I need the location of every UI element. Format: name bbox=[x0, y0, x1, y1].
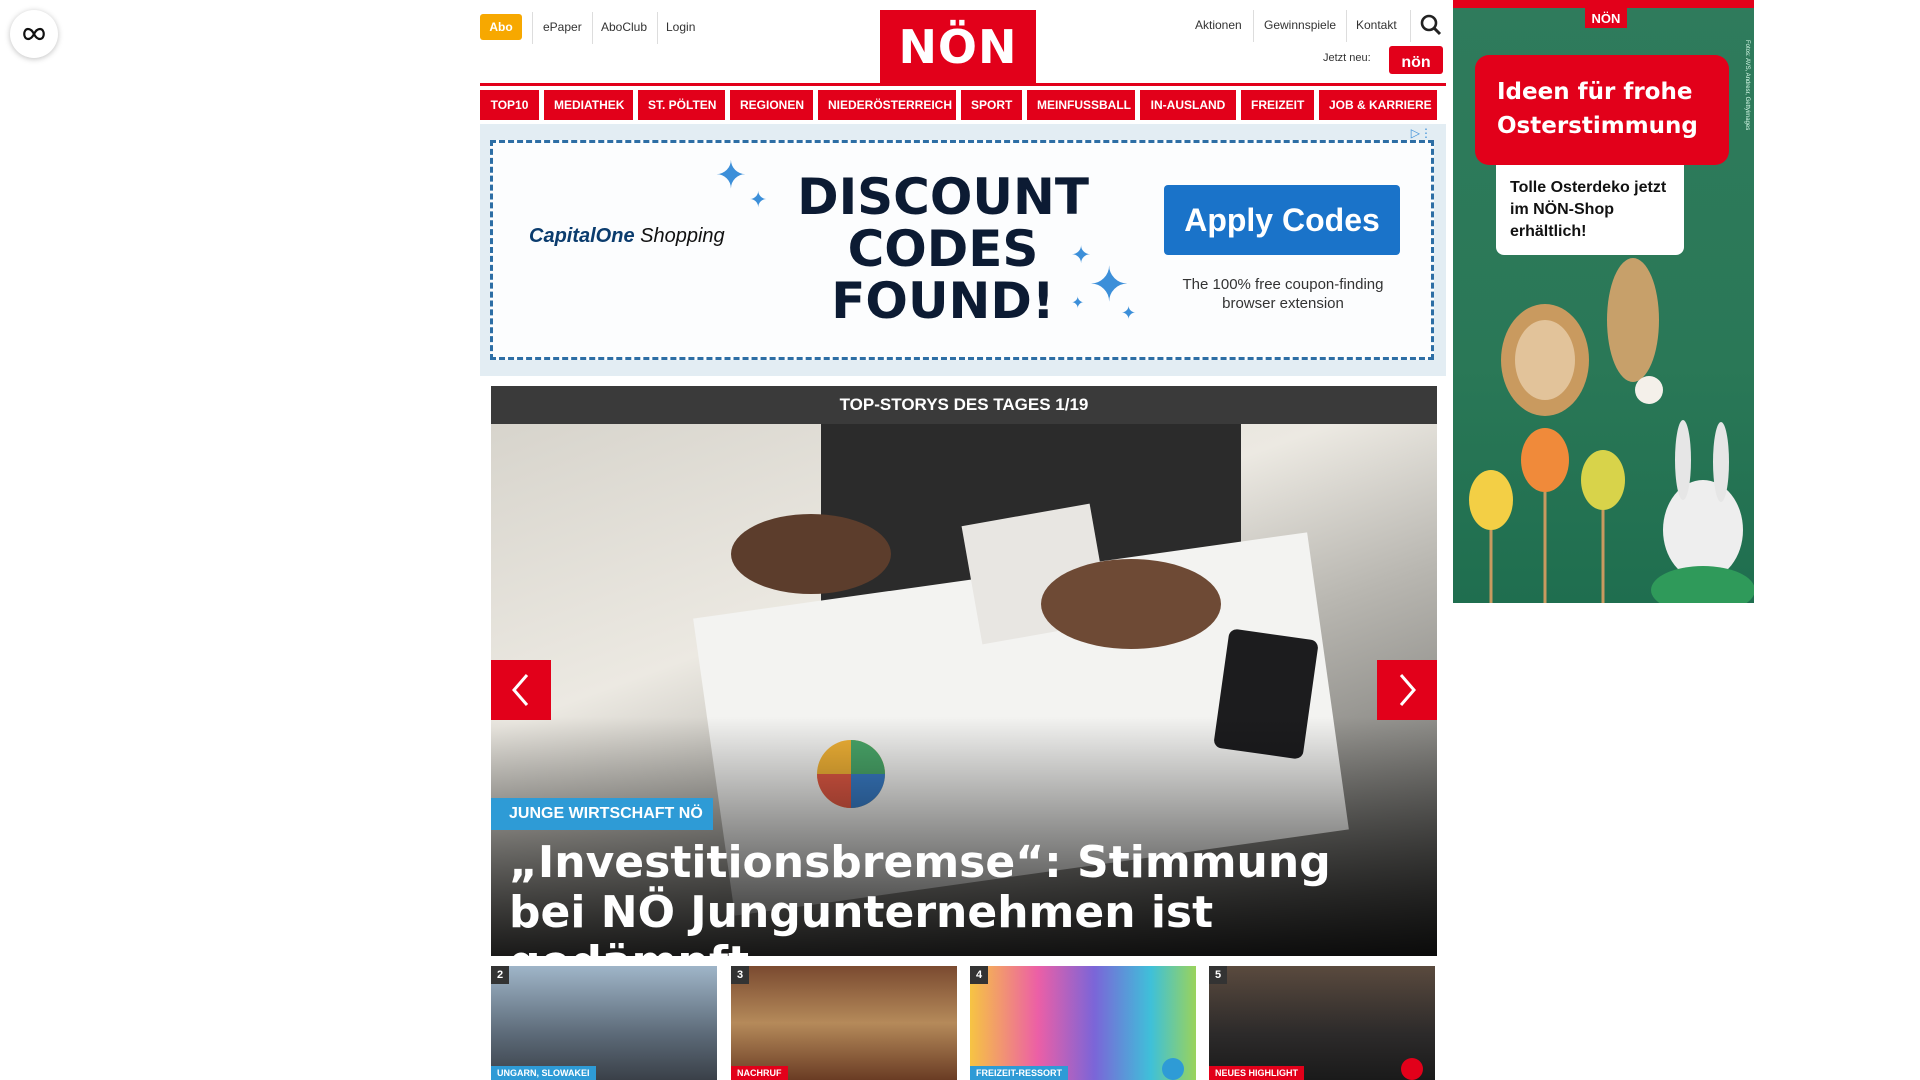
slider-next-button[interactable] bbox=[1377, 660, 1437, 720]
site-header: Abo ePaper AboClub Login NÖN Aktionen Ge… bbox=[480, 0, 1443, 86]
divider bbox=[1253, 10, 1254, 42]
mini-noen-logo[interactable]: nön bbox=[1389, 46, 1443, 74]
ad-subtext: The 100% free coupon-finding browser ext… bbox=[1182, 276, 1384, 312]
top-story-slide[interactable]: JUNGE WIRTSCHAFT NÖ „Investitionsbremse“… bbox=[491, 424, 1437, 956]
side-ad-logo: NÖN bbox=[1585, 8, 1627, 28]
thumb-tag: NACHRUF bbox=[731, 1066, 788, 1080]
search-button[interactable] bbox=[1420, 14, 1442, 36]
nav-item-freizeit[interactable]: FREIZEIT bbox=[1241, 90, 1314, 120]
thumb-number: 4 bbox=[970, 966, 988, 984]
thumb-tag: NEUES HIGHLIGHT bbox=[1209, 1066, 1305, 1080]
ad-brand: CapitalOne Shopping bbox=[529, 225, 725, 247]
side-ad-headline: Ideen für frohe Osterstimmung bbox=[1475, 55, 1729, 165]
main-nav: TOP10 MEDIATHEK ST. PÖLTEN REGIONEN NIED… bbox=[480, 90, 1446, 120]
nav-item-mediathek[interactable]: MEDIATHEK bbox=[544, 90, 633, 120]
ad-choices-icon[interactable]: ▷⋮ bbox=[1411, 126, 1432, 140]
divider bbox=[1410, 10, 1411, 42]
divider bbox=[657, 12, 658, 44]
story-category-badge[interactable]: JUNGE WIRTSCHAFT NÖ bbox=[491, 798, 713, 830]
search-icon bbox=[1420, 14, 1442, 36]
nav-item-niederoesterreich[interactable]: NIEDERÖSTERREICH bbox=[818, 90, 956, 120]
chevron-right-icon bbox=[1399, 674, 1416, 706]
nav-item-meinfussball[interactable]: MEINFUSSBALL bbox=[1027, 90, 1135, 120]
thumb-number: 2 bbox=[491, 966, 509, 984]
ad-headline: DISCOUNT CODES FOUND! bbox=[797, 168, 1089, 330]
camera-icon bbox=[1162, 1058, 1184, 1080]
abo-button[interactable]: Abo bbox=[480, 14, 522, 40]
divider bbox=[592, 12, 593, 44]
story-thumb-2[interactable]: 2 UNGARN, SLOWAKEI bbox=[491, 966, 717, 1080]
ad-content: CapitalOne Shopping ✦ ✦ ✦ ✦ ✦ ✦ DISCOUNT… bbox=[490, 140, 1434, 360]
infinity-icon bbox=[23, 27, 45, 41]
kontakt-link[interactable]: Kontakt bbox=[1356, 14, 1397, 36]
side-ad-osterdeko[interactable]: NÖN Fotos: AVS, Andresr, Gettyimages Ide… bbox=[1453, 0, 1754, 603]
sparkle-icon: ✦ bbox=[1121, 303, 1137, 323]
slider-prev-button[interactable] bbox=[491, 660, 551, 720]
divider bbox=[1346, 10, 1347, 42]
divider bbox=[532, 12, 533, 44]
nav-item-regionen[interactable]: REGIONEN bbox=[730, 90, 813, 120]
gewinnspiele-link[interactable]: Gewinnspiele bbox=[1264, 14, 1336, 36]
story-thumb-4[interactable]: 4 FREIZEIT-RESSORT bbox=[970, 966, 1196, 1080]
ad-banner[interactable]: ▷⋮ CapitalOne Shopping ✦ ✦ ✦ ✦ ✦ ✦ DISCO… bbox=[480, 124, 1446, 376]
jetzt-neu-label: Jetzt neu: bbox=[1323, 52, 1371, 64]
story-headline[interactable]: „Investitionsbremse“: Stimmung bei NÖ Ju… bbox=[509, 838, 1409, 957]
camera-icon bbox=[1401, 1058, 1423, 1080]
side-ad-topbar bbox=[1453, 0, 1754, 8]
nav-item-st-poelten[interactable]: ST. PÖLTEN bbox=[638, 90, 725, 120]
nav-item-top10[interactable]: TOP10 bbox=[480, 90, 539, 120]
login-link[interactable]: Login bbox=[666, 16, 695, 38]
thumb-number: 3 bbox=[731, 966, 749, 984]
nav-item-sport[interactable]: SPORT bbox=[961, 90, 1022, 120]
thumb-tag: FREIZEIT-RESSORT bbox=[970, 1066, 1069, 1080]
noen-logo[interactable]: NÖN bbox=[880, 10, 1036, 84]
chevron-left-icon bbox=[512, 674, 529, 706]
side-ad-credit: Fotos: AVS, Andresr, Gettyimages bbox=[1744, 40, 1750, 131]
thumb-number: 5 bbox=[1209, 966, 1227, 984]
accessibility-button[interactable] bbox=[10, 10, 58, 58]
top-stories-title: TOP-STORYS DES TAGES 1/19 bbox=[491, 386, 1437, 424]
nav-item-job-karriere[interactable]: JOB & KARRIERE bbox=[1319, 90, 1437, 120]
story-thumb-3[interactable]: 3 NACHRUF bbox=[731, 966, 957, 1080]
aboclub-link[interactable]: AboClub bbox=[601, 16, 647, 38]
sparkle-icon: ✦ bbox=[715, 155, 747, 197]
header-divider bbox=[480, 83, 1446, 86]
story-thumb-5[interactable]: 5 NEUES HIGHLIGHT bbox=[1209, 966, 1435, 1080]
sparkle-icon: ✦ bbox=[749, 187, 768, 212]
aktionen-link[interactable]: Aktionen bbox=[1195, 14, 1242, 36]
thumb-tag: UNGARN, SLOWAKEI bbox=[491, 1066, 596, 1080]
easter-decoration-image bbox=[1469, 258, 1754, 603]
epaper-link[interactable]: ePaper bbox=[543, 16, 582, 38]
apply-codes-button[interactable]: Apply Codes bbox=[1164, 185, 1400, 255]
nav-item-in-ausland[interactable]: IN-AUSLAND bbox=[1140, 90, 1236, 120]
